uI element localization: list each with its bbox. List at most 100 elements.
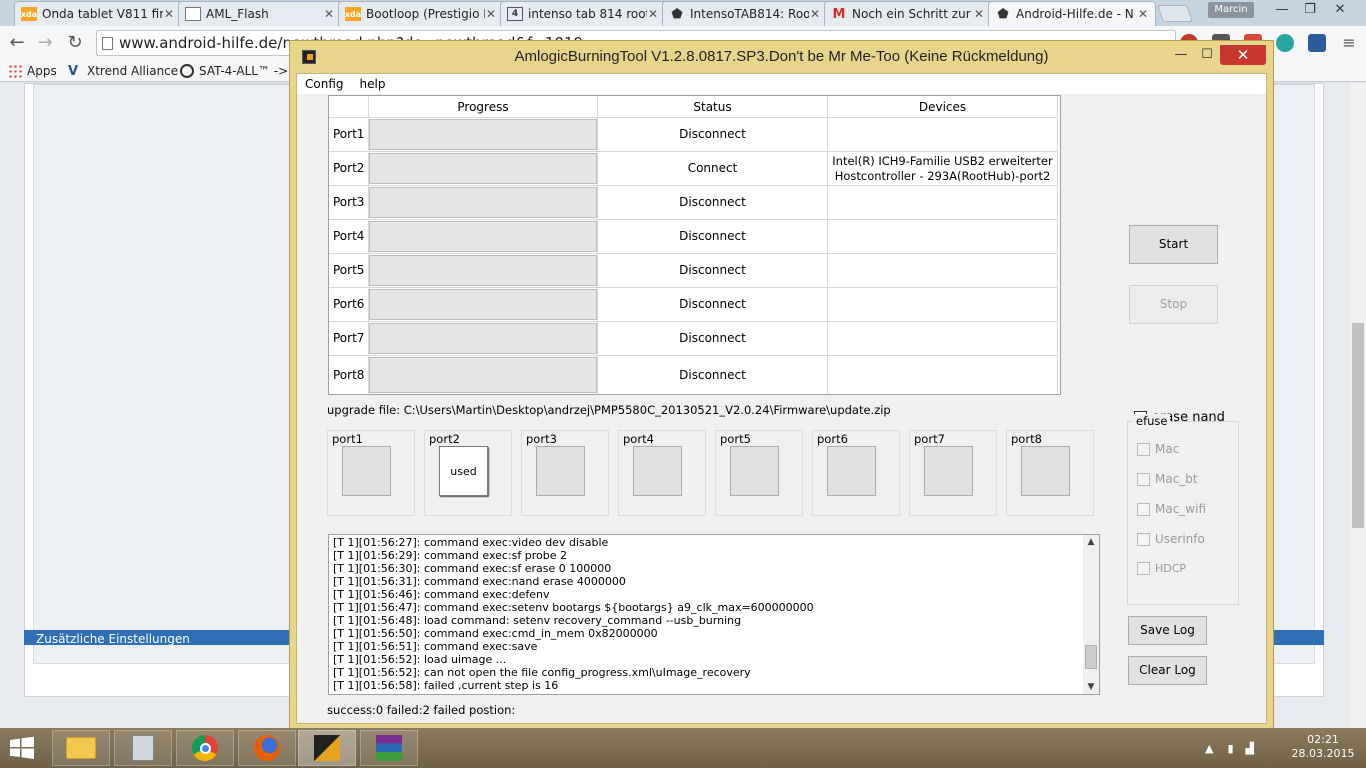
browser-tab-1[interactable]: xda Onda tablet V811 fir ✕	[14, 1, 182, 26]
forward-arrow-icon[interactable]: →	[34, 32, 56, 54]
taskbar-clock[interactable]: 02:21 28.03.2015	[1290, 733, 1356, 761]
port6-button[interactable]	[827, 446, 876, 496]
port4-button[interactable]	[633, 446, 682, 496]
port7-button[interactable]	[924, 446, 973, 496]
new-tab-button[interactable]	[1156, 5, 1194, 22]
port-status: Disconnect	[598, 356, 828, 394]
port-device	[828, 288, 1058, 321]
table-row: Port5 Disconnect	[329, 254, 1058, 288]
checkbox-box[interactable]	[1137, 532, 1150, 546]
port-name: Port6	[329, 288, 369, 321]
browser-tab-3[interactable]: xda Bootloop (Prestigio I ✕	[338, 1, 504, 26]
minimize-icon[interactable]: —	[1170, 45, 1192, 65]
minimize-icon[interactable]: —	[1268, 0, 1296, 20]
menu-config[interactable]: Config	[297, 74, 352, 94]
maximize-icon[interactable]: ☐	[1196, 45, 1218, 65]
windows-start-icon[interactable]	[8, 736, 36, 760]
port-status: Disconnect	[598, 220, 828, 253]
port-status: Disconnect	[598, 186, 828, 219]
signal-icon[interactable]: ▟	[1246, 742, 1254, 755]
efuse-hdcp-checkbox[interactable]: HDCP	[1137, 562, 1186, 575]
close-tab-icon[interactable]: ✕	[163, 7, 175, 21]
battery-icon[interactable]: ▮	[1227, 742, 1233, 755]
file-explorer-taskbar-button[interactable]	[52, 730, 110, 766]
checkbox-box[interactable]	[1137, 442, 1150, 456]
reload-icon[interactable]: ↻	[64, 32, 86, 54]
port-device	[828, 254, 1058, 287]
browser-tab-7[interactable]: ⬟ Android-Hilfe.de - N ✕	[988, 1, 1156, 26]
menu-icon[interactable]: ≡	[1340, 34, 1358, 52]
extension-teal-icon[interactable]	[1276, 34, 1294, 52]
bookmark-xtrend[interactable]: V Xtrend Alliance	[68, 63, 178, 79]
extension-avatar-icon[interactable]	[1308, 34, 1326, 52]
stop-button[interactable]: Stop	[1129, 285, 1218, 324]
start-button[interactable]: Start	[1129, 225, 1218, 264]
port2-button[interactable]: used	[439, 446, 488, 496]
checkbox-box[interactable]	[1137, 472, 1150, 486]
maximize-icon[interactable]: ❐	[1296, 0, 1324, 20]
port8-button[interactable]	[1021, 446, 1070, 496]
back-arrow-icon[interactable]: ←	[6, 32, 28, 54]
chrome-taskbar-button[interactable]	[176, 730, 234, 766]
tray-expand-icon[interactable]: ▲	[1205, 742, 1213, 755]
header-status: Status	[598, 96, 828, 118]
scroll-up-icon[interactable]: ▲	[1083, 535, 1099, 549]
window-titlebar[interactable]: AmlogicBurningTool V1.2.8.0817.SP3.Don't…	[290, 41, 1273, 73]
browser-tab-5[interactable]: ⬟ IntensoTAB814: Roo ✕	[662, 1, 828, 26]
close-icon[interactable]: ✕	[1220, 45, 1266, 65]
progress-bar	[369, 221, 597, 252]
tab-title: Android-Hilfe.de - N	[1016, 7, 1134, 21]
browser-tab-6[interactable]: M Noch ein Schritt zur ✕	[824, 1, 992, 26]
winrar-taskbar-button[interactable]	[360, 730, 418, 766]
page-scrollbar-thumb[interactable]	[1352, 323, 1364, 528]
log-textbox[interactable]: [T 1][01:56:27]: command exec:video dev …	[328, 534, 1100, 695]
efuse-userinfo-checkbox[interactable]: Userinfo	[1137, 532, 1205, 546]
efuse-mac-bt-checkbox[interactable]: Mac_bt	[1137, 472, 1198, 486]
close-tab-icon[interactable]: ✕	[809, 7, 821, 21]
close-tab-icon[interactable]: ✕	[485, 7, 497, 21]
profile-badge[interactable]: Marcin	[1208, 2, 1254, 18]
port1-button[interactable]	[342, 446, 391, 496]
menu-help[interactable]: help	[352, 74, 394, 94]
browser-tab-4[interactable]: 4 intenso tab 814 root ✕	[500, 1, 666, 26]
log-scrollbar-thumb[interactable]	[1085, 645, 1097, 669]
port5-button[interactable]	[730, 446, 779, 496]
log-line: [T 1][01:56:30]: command exec:sf erase 0…	[333, 562, 612, 575]
bookmark-apps[interactable]: Apps	[8, 63, 57, 79]
efuse-mac-wifi-checkbox[interactable]: Mac_wifi	[1137, 502, 1206, 516]
port-slot-8: port8	[1006, 430, 1094, 516]
log-line: [T 1][01:56:48]: load command: setenv re…	[333, 614, 742, 627]
tab-title: IntensoTAB814: Roo	[690, 7, 809, 21]
port3-button[interactable]	[536, 446, 585, 496]
progress-cell	[369, 356, 598, 394]
amlogic-taskbar-button[interactable]	[298, 730, 356, 766]
close-tab-icon[interactable]: ✕	[973, 7, 985, 21]
save-log-button[interactable]: Save Log	[1128, 616, 1207, 645]
tab-title: Bootloop (Prestigio I	[366, 7, 485, 21]
slot-label: port4	[623, 432, 654, 446]
efuse-mac-checkbox[interactable]: Mac	[1137, 442, 1179, 456]
close-tab-icon[interactable]: ✕	[1137, 7, 1149, 21]
device-taskbar-button[interactable]	[114, 730, 172, 766]
close-tab-icon[interactable]: ✕	[323, 7, 335, 21]
clear-log-button[interactable]: Clear Log	[1128, 656, 1207, 685]
close-icon[interactable]: ✕	[1326, 0, 1354, 20]
windows-taskbar: ▲ ▮ ▟ 02:21 28.03.2015	[0, 728, 1366, 768]
close-tab-icon[interactable]: ✕	[647, 7, 659, 21]
page-scrollbar[interactable]	[1350, 83, 1366, 728]
bookmark-sat4all[interactable]: SAT-4-ALL™ -> E	[180, 63, 300, 79]
scroll-down-icon[interactable]: ▼	[1083, 680, 1099, 694]
checkbox-box[interactable]	[1137, 502, 1150, 516]
device-icon	[132, 735, 154, 761]
android-icon: ⬟	[997, 6, 1009, 22]
port-slot-1: port1	[327, 430, 415, 516]
checkbox-box[interactable]	[1137, 562, 1150, 575]
port-status: Disconnect	[598, 254, 828, 287]
firefox-taskbar-button[interactable]	[238, 730, 296, 766]
port-slot-6: port6	[812, 430, 900, 516]
log-line: [T 1][01:56:51]: command exec:save	[333, 640, 538, 653]
log-scrollbar[interactable]: ▲ ▼	[1083, 535, 1099, 694]
header-progress: Progress	[369, 96, 598, 118]
table-row: Port3 Disconnect	[329, 186, 1058, 220]
browser-tab-2[interactable]: AML_Flash ✕	[178, 1, 342, 26]
